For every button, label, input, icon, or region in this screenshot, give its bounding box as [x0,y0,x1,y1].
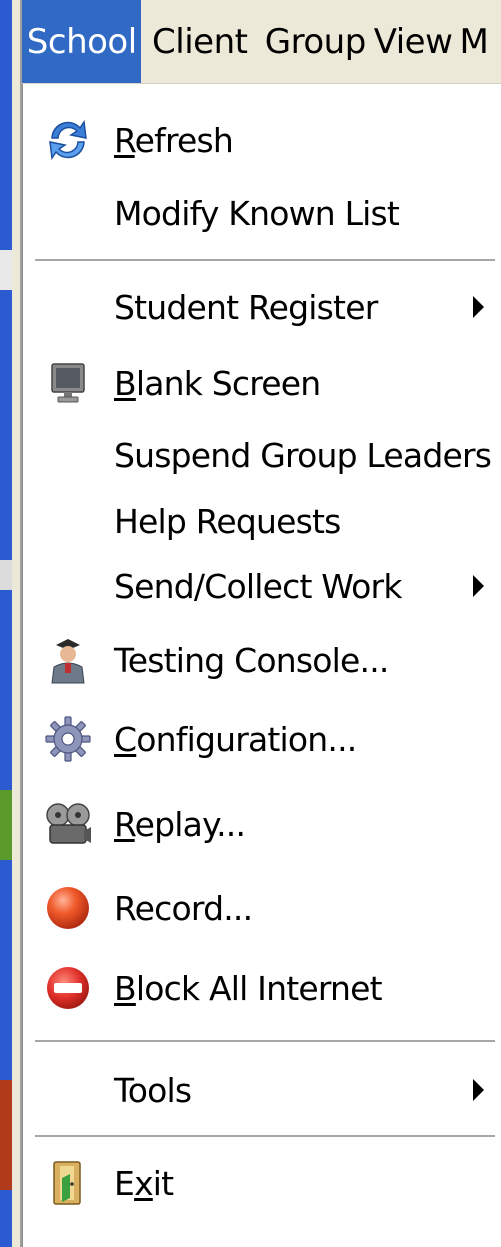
menu-item-exit[interactable]: Exit [23,1148,501,1218]
submenu-arrow-icon [473,1079,484,1101]
menubar-client[interactable]: Client [141,0,258,83]
menubar-school[interactable]: School [22,0,142,83]
submenu-arrow-icon [473,575,484,597]
menu-label: Block All Internet [114,968,383,1008]
menu-label: Record... [114,888,253,928]
menu-label: Configuration... [114,719,357,759]
menu-item-refresh[interactable]: Refresh [23,105,501,175]
menu-bar: School Client Group View M [22,0,501,84]
frame-fragment [0,790,12,860]
menu-item-blank-screen[interactable]: Blank Screen [23,348,501,418]
menu-separator [35,1135,495,1138]
block-icon [43,963,93,1013]
menu-item-send-collect-work[interactable]: Send/Collect Work [23,551,501,621]
frame-fragment [0,560,12,590]
menu-label: Refresh [114,120,234,160]
menu-label: Suspend Group Leaders [114,435,492,475]
menu-item-block-all-internet[interactable]: Block All Internet [23,953,501,1023]
menu-label: Modify Known List [114,193,400,233]
menu-label: Tools [114,1070,192,1110]
menu-label: Exit [114,1163,174,1203]
teacher-icon [43,635,93,685]
menubar-more[interactable]: M [454,0,501,83]
exit-door-icon [43,1158,93,1208]
menu-item-modify-known-list[interactable]: Modify Known List [23,178,501,248]
menu-label: Blank Screen [114,363,321,403]
menu-item-record[interactable]: Record... [23,873,501,943]
menubar-group[interactable]: Group [258,0,373,83]
menu-label: Testing Console... [114,640,389,680]
menu-item-tools[interactable]: Tools [23,1055,501,1125]
record-icon [43,883,93,933]
menu-label: Send/Collect Work [114,566,402,606]
menu-separator [35,259,495,262]
menu-label: Replay... [114,804,246,844]
film-reel-icon [43,799,93,849]
menu-label: Student Register [114,287,378,327]
menubar-view[interactable]: View [373,0,454,83]
frame-fragment [0,250,12,290]
menu-item-testing-console[interactable]: Testing Console... [23,625,501,695]
menu-label: Help Requests [114,501,341,541]
menu-item-help-requests[interactable]: Help Requests [23,486,501,556]
submenu-arrow-icon [473,296,484,318]
refresh-icon [43,115,93,165]
menu-separator [35,1040,495,1043]
menu-item-replay[interactable]: Replay... [23,789,501,859]
school-dropdown-menu: Refresh Modify Known List Student Regist… [22,84,501,1247]
menu-item-student-register[interactable]: Student Register [23,272,501,342]
frame-fragment [0,1080,12,1190]
window-frame-inner [12,0,22,1247]
monitor-icon [43,358,93,408]
screen: School Client Group View M Refresh Modif… [0,0,501,1247]
menu-item-configuration[interactable]: Configuration... [23,704,501,774]
gear-icon [43,714,93,764]
menu-item-suspend-group-leaders[interactable]: Suspend Group Leaders [23,420,501,490]
window-frame-edge [0,0,12,1247]
